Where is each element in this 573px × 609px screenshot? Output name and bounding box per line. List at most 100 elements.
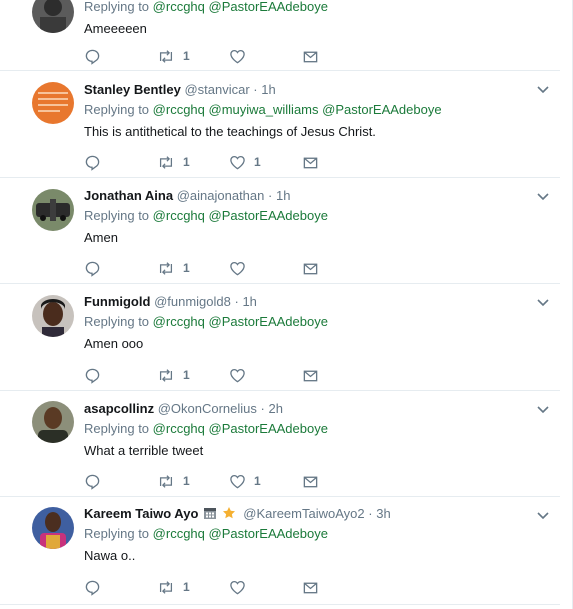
heart-icon <box>230 49 245 63</box>
tweet-item[interactable]: Kareem Taiwo Ayo @KareemTaiwoAyo2 · 3h R… <box>0 497 560 605</box>
dm-button[interactable] <box>302 578 319 596</box>
mention-link[interactable]: @rccghq <box>153 421 205 436</box>
tweet-actions: 1 <box>84 47 344 65</box>
mention-link[interactable]: @muyiwa_williams <box>209 102 319 117</box>
like-button[interactable] <box>229 259 254 277</box>
reply-button[interactable] <box>84 153 101 171</box>
reply-button[interactable] <box>84 259 101 277</box>
dm-button[interactable] <box>302 47 319 65</box>
mention-link[interactable]: @rccghq <box>153 526 205 541</box>
avatar[interactable] <box>32 401 74 443</box>
mention-link[interactable]: @PastorEAAdeboye <box>209 0 328 14</box>
timestamp[interactable]: 1h <box>261 82 275 97</box>
envelope-icon <box>303 476 318 487</box>
display-name[interactable]: Kareem Taiwo Ayo <box>84 506 198 521</box>
tweet-actions: 1 1 <box>84 153 344 171</box>
tweet-text: Amen <box>84 230 118 245</box>
replying-to: Replying to @rccghq @PastorEAAdeboye <box>84 0 328 14</box>
tweet-item[interactable]: Funmigold @funmigold8 · 1h Replying to @… <box>0 284 560 391</box>
retweet-count: 1 <box>183 368 190 382</box>
tweet-actions: 1 <box>84 578 344 596</box>
retweet-button[interactable]: 1 <box>157 366 190 384</box>
retweet-icon <box>159 368 173 382</box>
mention-link[interactable]: @PastorEAAdeboye <box>209 421 328 436</box>
mention-link[interactable]: @PastorEAAdeboye <box>209 208 328 223</box>
user-handle[interactable]: @KareemTaiwoAyo2 <box>243 506 364 521</box>
mention-link[interactable]: @rccghq <box>153 102 205 117</box>
tweet-item[interactable]: Stanley Bentley @stanvicar · 1h Replying… <box>0 71 560 178</box>
envelope-icon <box>303 370 318 381</box>
tweet-actions: 1 1 <box>84 472 344 490</box>
reply-button[interactable] <box>84 366 101 384</box>
user-handle[interactable]: @stanvicar <box>184 82 249 97</box>
retweet-button[interactable]: 1 <box>157 578 190 596</box>
retweet-button[interactable]: 1 <box>157 153 190 171</box>
calendar-emoji-icon <box>204 508 217 519</box>
timestamp[interactable]: 2h <box>268 401 282 416</box>
reply-icon <box>85 49 100 65</box>
avatar[interactable] <box>32 507 74 549</box>
reply-icon <box>85 580 100 596</box>
like-button[interactable] <box>229 578 254 596</box>
retweet-count: 1 <box>183 580 190 594</box>
reply-button[interactable] <box>84 472 101 490</box>
display-name[interactable]: Funmigold <box>84 294 150 309</box>
mention-link[interactable]: @PastorEAAdeboye <box>209 314 328 329</box>
heart-icon <box>230 261 245 275</box>
mention-link[interactable]: @rccghq <box>153 208 205 223</box>
retweet-button[interactable]: 1 <box>157 472 190 490</box>
display-name[interactable]: asapcollinz <box>84 401 154 416</box>
user-handle[interactable]: @ainajonathan <box>177 188 265 203</box>
mention-link[interactable]: @PastorEAAdeboye <box>209 526 328 541</box>
tweet-text: Nawa o.. <box>84 548 136 563</box>
retweet-count: 1 <box>183 155 190 169</box>
avatar[interactable] <box>32 82 74 124</box>
replying-to: Replying to @rccghq @PastorEAAdeboye <box>84 421 328 436</box>
envelope-icon <box>303 157 318 168</box>
like-button[interactable]: 1 <box>229 472 261 490</box>
avatar[interactable] <box>32 189 74 231</box>
tweet-header: Funmigold @funmigold8 · 1h <box>84 294 257 309</box>
mention-link[interactable]: @rccghq <box>153 0 205 14</box>
dm-button[interactable] <box>302 366 319 384</box>
user-handle[interactable]: @funmigold8 <box>154 294 231 309</box>
display-name[interactable]: Stanley Bentley <box>84 82 181 97</box>
retweet-icon <box>159 474 173 488</box>
tweet-header: Jonathan Aina @ainajonathan · 1h <box>84 188 291 203</box>
reply-button[interactable] <box>84 47 101 65</box>
timestamp[interactable]: 1h <box>276 188 290 203</box>
user-handle[interactable]: @OkonCornelius <box>158 401 257 416</box>
mention-link[interactable]: @PastorEAAdeboye <box>322 102 441 117</box>
reply-button[interactable] <box>84 578 101 596</box>
retweet-button[interactable]: 1 <box>157 47 190 65</box>
retweet-icon <box>159 261 173 275</box>
heart-icon <box>230 155 245 169</box>
like-button[interactable] <box>229 47 254 65</box>
retweet-button[interactable]: 1 <box>157 259 190 277</box>
display-name[interactable]: Jonathan Aina <box>84 188 173 203</box>
dm-button[interactable] <box>302 259 319 277</box>
replying-to: Replying to @rccghq @PastorEAAdeboye <box>84 526 328 541</box>
tweet-text: What a terrible tweet <box>84 443 204 458</box>
tweet-actions: 1 <box>84 259 344 277</box>
dm-button[interactable] <box>302 153 319 171</box>
replying-to: Replying to @rccghq @muyiwa_williams @Pa… <box>84 102 442 117</box>
timestamp[interactable]: 3h <box>376 506 390 521</box>
retweet-count: 1 <box>183 261 190 275</box>
heart-icon <box>230 368 245 382</box>
tweet-text: This is antithetical to the teachings of… <box>84 124 376 139</box>
tweet-actions: 1 <box>84 366 344 384</box>
mention-link[interactable]: @rccghq <box>153 314 205 329</box>
avatar[interactable] <box>32 0 74 33</box>
timestamp[interactable]: 1h <box>242 294 256 309</box>
like-count: 1 <box>254 474 261 488</box>
dm-button[interactable] <box>302 472 319 490</box>
like-button[interactable]: 1 <box>229 153 261 171</box>
tweet-item[interactable]: Jonathan Aina @ainajonathan · 1h Replyin… <box>0 178 560 284</box>
tweet-text: Amen ooo <box>84 336 144 351</box>
avatar[interactable] <box>32 295 74 337</box>
tweet-item[interactable]: asapcollinz @OkonCornelius · 2h Replying… <box>0 391 560 497</box>
tweet-item[interactable]: Replying to @rccghq @PastorEAAdeboye Ame… <box>0 0 560 71</box>
tweet-header: Kareem Taiwo Ayo @KareemTaiwoAyo2 · 3h <box>84 506 391 521</box>
like-button[interactable] <box>229 366 254 384</box>
